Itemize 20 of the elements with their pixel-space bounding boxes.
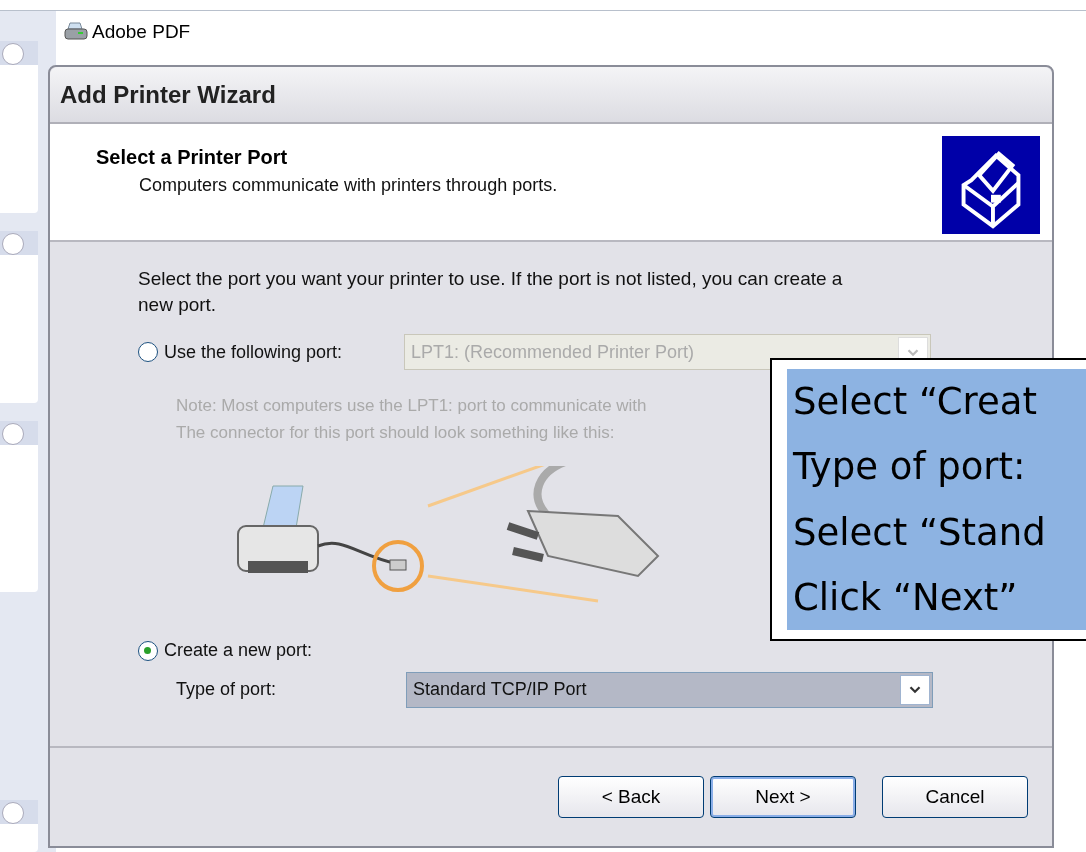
page-subtitle: Computers communicate with printers through ports. [139, 175, 558, 196]
window-title: Add Printer Wizard [60, 80, 276, 109]
printer-item[interactable]: Adobe PDF [64, 21, 191, 43]
wizard-button[interactable]: Next > [710, 776, 856, 818]
printer-icon [942, 136, 1040, 234]
callout-text: Type of port: [793, 445, 1027, 489]
note-text: The connector for this port should look something like this: [176, 422, 615, 444]
type-of-port-label: Type of port: [175, 679, 278, 700]
printer-icon [64, 22, 88, 42]
callout-text: Select “Creat [793, 380, 1038, 424]
note-text: Note: Most computers use the LPT1: port to communicate with [176, 395, 647, 417]
wizard-button[interactable]: Cancel [882, 776, 1028, 818]
radio-button[interactable]: Create a new port: [138, 640, 404, 661]
callout-text: Select “Stand [793, 510, 1047, 554]
radio-button[interactable]: Use the following port: [138, 341, 404, 363]
page-title: Select a Printer Port [96, 146, 289, 169]
port-type-dropdown[interactable]: Standard TCP/IP Port [406, 671, 933, 708]
callout-text: Click “Next” [793, 575, 1019, 619]
wizard-button[interactable]: < Back [558, 776, 704, 818]
instructions-text: Select the port you want your printer to use. If the port is not listed, you can create a new port. [138, 267, 844, 317]
